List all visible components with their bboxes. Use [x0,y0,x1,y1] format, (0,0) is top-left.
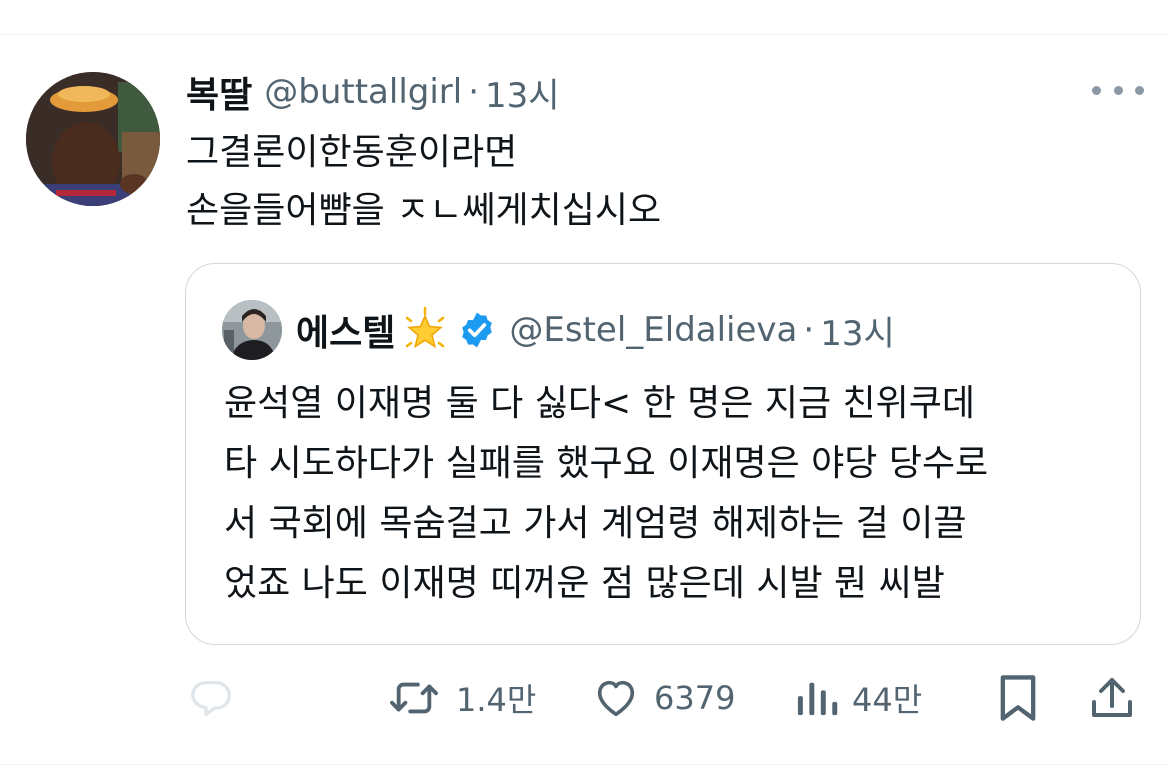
like-count: 6379 [654,679,736,717]
tweet-text-line: 손을들어뺨을 ㅈㄴ쎄게치십시오 [186,190,662,231]
author-avatar[interactable] [26,72,160,206]
like-button[interactable]: 6379 [592,668,735,728]
quoted-tweet-header: 에스텔 @Estel_Eldalieva · 13시 [296,302,895,358]
retweet-icon [390,682,438,714]
tweet-text: 그결론이한동훈이라면 손을들어뺨을 ㅈㄴ쎄게치십시오 [186,124,661,240]
tweet-time[interactable]: 13시 [485,68,560,117]
bookmark-icon [1000,675,1036,721]
quoted-text-line: 서 국회에 목숨걸고 가서 계엄령 해제하는 걸 이끌 [224,503,967,544]
quoted-author-name[interactable]: 에스텔 [296,304,395,356]
retweet-count: 1.4만 [456,681,537,719]
separator-dot: · [468,72,480,112]
share-icon [1092,678,1132,717]
reply-button[interactable] [188,668,248,728]
action-bar: 1.4만 6379 44만 [0,668,1170,728]
views-button[interactable]: 44만 [796,668,922,728]
top-divider [0,34,1170,35]
heart-icon [597,680,635,717]
quoted-text-line: 타 시도하다가 실패를 했구요 이재명은 야당 당수로 [224,443,989,484]
quoted-author-avatar[interactable] [222,300,282,360]
quoted-tweet-time[interactable]: 13시 [820,306,895,355]
views-count: 44만 [852,681,923,719]
quoted-tweet-card[interactable]: 에스텔 @Estel_Eldalieva · 13시 윤석열 이재명 둘 다 싫… [185,263,1141,645]
bottom-divider [0,764,1170,765]
views-icon [797,682,838,716]
quoted-avatar-image [222,300,282,360]
quoted-author-handle[interactable]: @Estel_Eldalieva [509,310,797,350]
bookmark-button[interactable] [996,668,1040,728]
quoted-text-line: 윤석열 이재명 둘 다 싫다< 한 명은 지금 친위쿠데 [224,383,975,424]
reply-icon [191,681,231,717]
tweet-text-line: 그결론이한동훈이라면 [186,132,518,173]
tweet-header: 복딸 @buttallgirl · 13시 [186,66,560,118]
glowing-star-icon [401,306,449,354]
more-options-icon[interactable] [1092,74,1144,106]
quoted-tweet-text: 윤석열 이재명 둘 다 싫다< 한 명은 지금 친위쿠데 타 시도하다가 실패를… [224,374,988,614]
author-avatar-image [26,72,160,206]
quoted-text-line: 었죠 나도 이재명 띠꺼운 점 많은데 시발 뭔 씨발 [224,563,945,604]
separator-dot: · [803,310,815,350]
verified-badge-icon [457,310,497,350]
retweet-button[interactable]: 1.4만 [386,668,536,728]
share-button[interactable] [1090,668,1134,728]
author-handle[interactable]: @buttallgirl [264,72,462,112]
author-name[interactable]: 복딸 [186,66,252,118]
